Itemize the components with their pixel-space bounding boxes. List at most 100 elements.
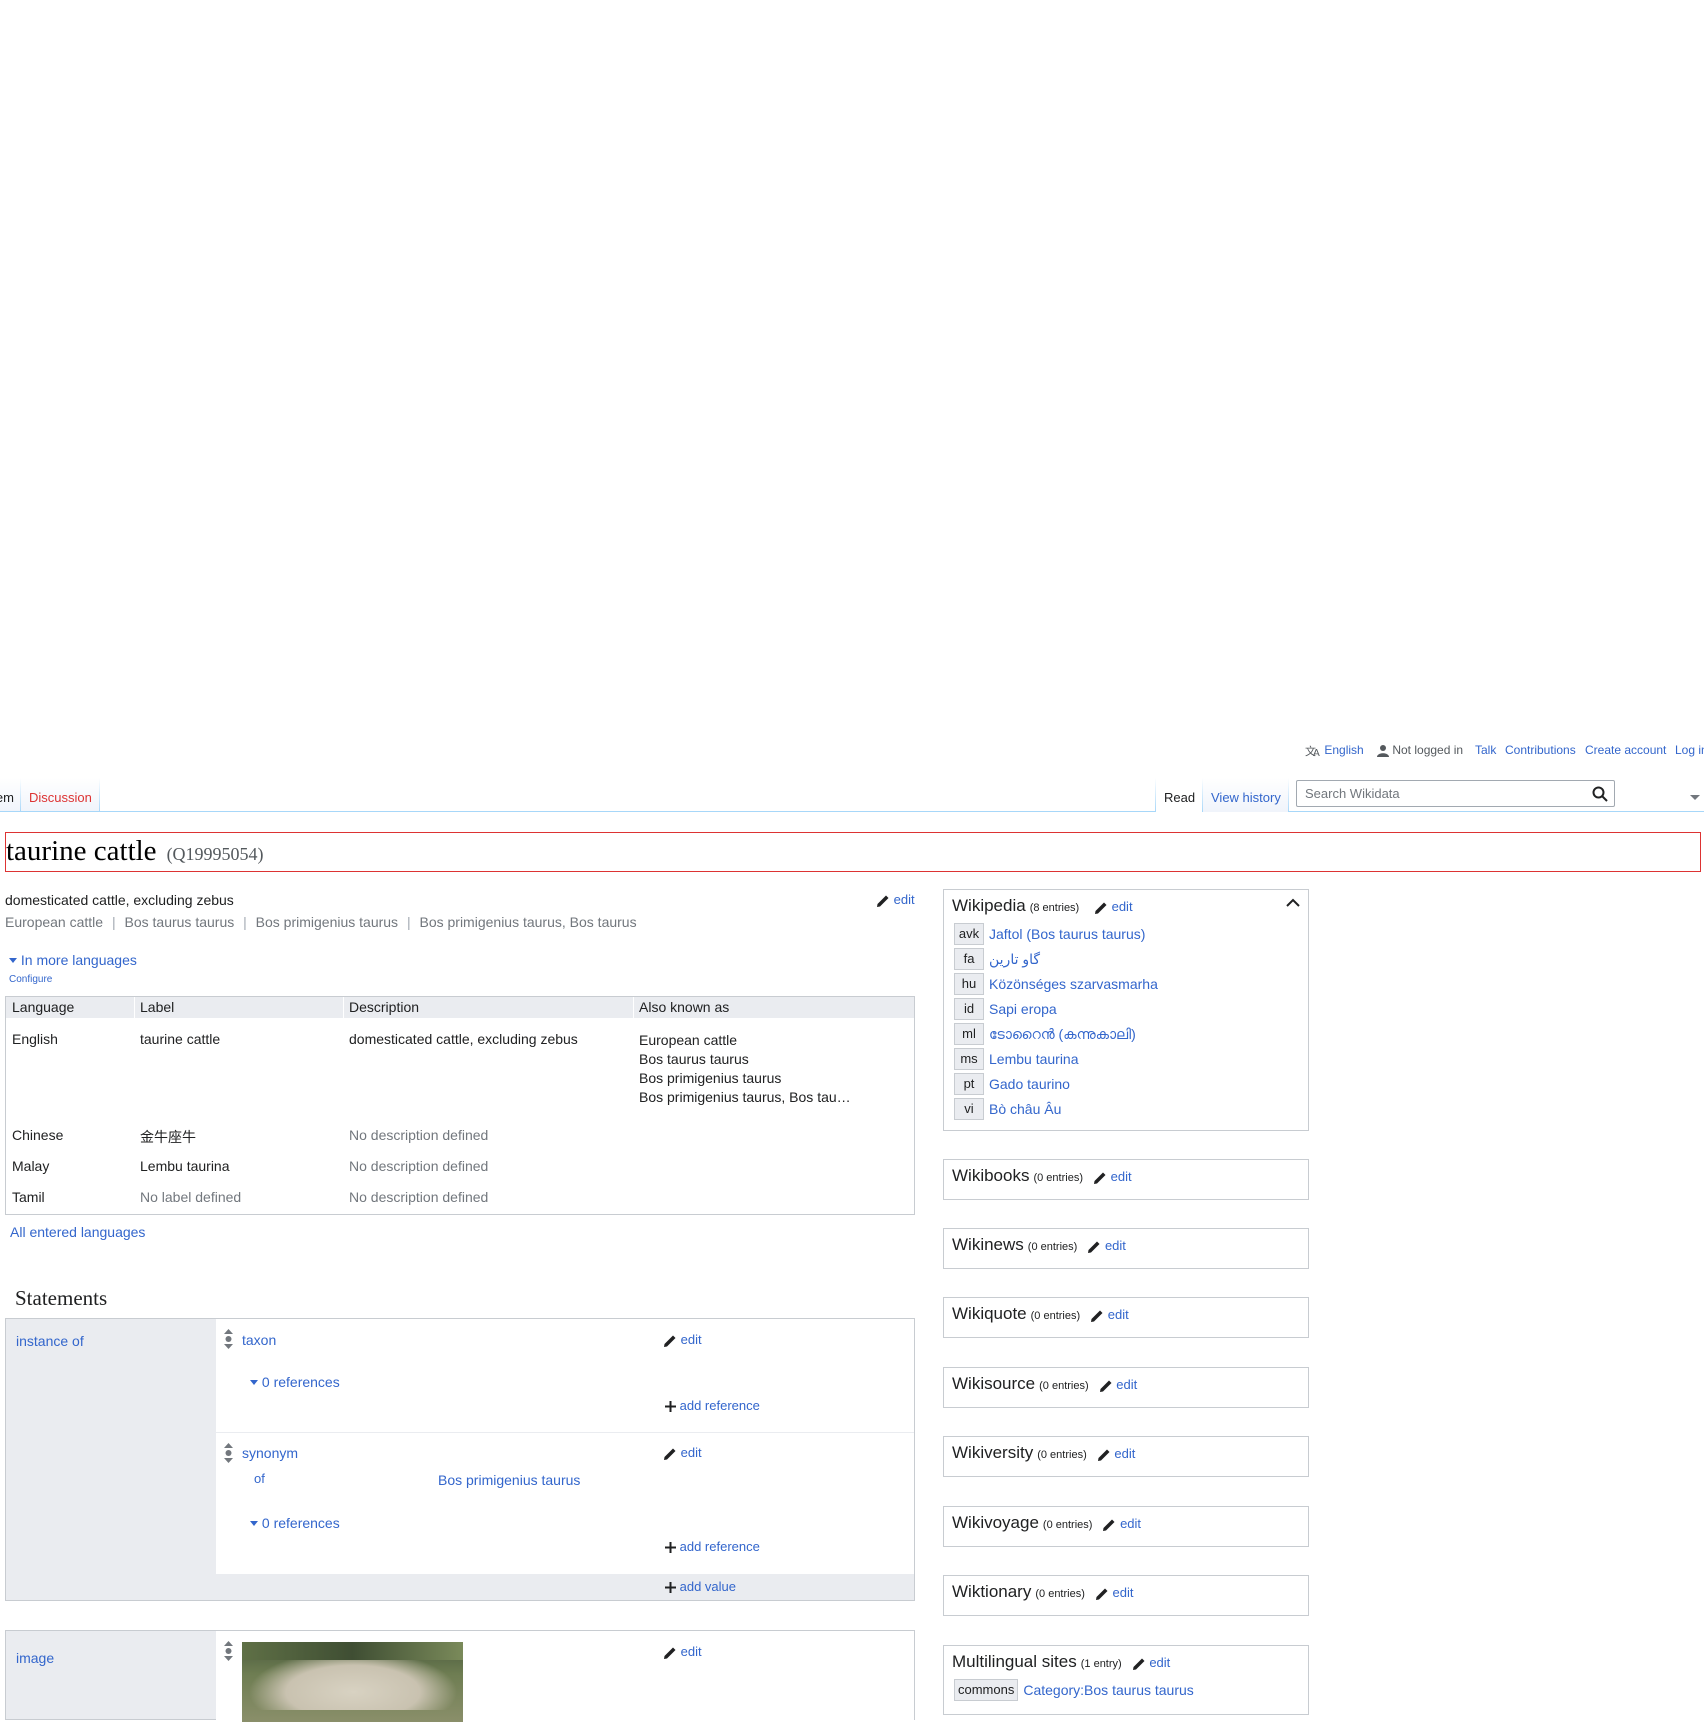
row-label: Lembu taurina: [140, 1158, 230, 1174]
rank-selector-icon[interactable]: [224, 1443, 233, 1463]
image-thumbnail[interactable]: [242, 1642, 463, 1722]
title-box: taurine cattle (Q19995054): [5, 832, 1701, 872]
add-reference-button[interactable]: add reference: [665, 1539, 760, 1554]
site-code: id: [954, 998, 984, 1020]
sitelink-row: avk Jaftol (Bos taurus taurus): [954, 923, 1145, 945]
site-code: vi: [954, 1098, 984, 1120]
sitelinks-edit-button[interactable]: edit: [1087, 1238, 1126, 1253]
all-entered-languages-link[interactable]: All entered languages: [10, 1224, 145, 1240]
language-link[interactable]: English: [1324, 743, 1363, 757]
site-code: commons: [954, 1679, 1019, 1701]
tab-read-label: Read: [1164, 790, 1196, 805]
sitelinks-edit-button[interactable]: edit: [1094, 899, 1133, 914]
sitelinks-edit-button[interactable]: edit: [1099, 1377, 1137, 1392]
references-toggle[interactable]: 0 references: [250, 1515, 340, 1531]
qualifier-property[interactable]: of: [254, 1471, 265, 1486]
create-account-link[interactable]: Create account: [1585, 743, 1666, 757]
references-toggle[interactable]: 0 references: [250, 1374, 340, 1390]
sitelinks-header: Wiktionary (0 entries) edit: [952, 1582, 1133, 1602]
tab-item[interactable]: Item: [0, 778, 20, 812]
add-reference-label: add reference: [679, 1398, 760, 1413]
sitelinks-wikibooks: Wikibooks (0 entries) edit: [943, 1159, 1309, 1200]
sitelinks-title: Wikibooks: [952, 1166, 1030, 1185]
sitelink-title[interactable]: Jaftol (Bos taurus taurus): [989, 926, 1145, 942]
sitelink-title[interactable]: Bò châu Âu: [989, 1101, 1061, 1117]
add-reference-button[interactable]: add reference: [665, 1398, 760, 1413]
column-header: Label: [140, 999, 175, 1015]
sitelinks-wikisource: Wikisource (0 entries) edit: [943, 1367, 1309, 1408]
talk-link[interactable]: Talk: [1475, 743, 1496, 757]
sitelink-title[interactable]: Közönséges szarvasmarha: [989, 976, 1158, 992]
sitelinks-title: Multilingual sites: [952, 1652, 1077, 1671]
statement-value[interactable]: taxon: [242, 1332, 276, 1348]
edit-label: edit: [1107, 1307, 1129, 1322]
tab-baseline: [0, 811, 1155, 812]
site-code: fa: [954, 948, 984, 970]
sitelinks-edit-button[interactable]: edit: [1090, 1307, 1129, 1322]
rank-selector-icon[interactable]: [224, 1641, 233, 1661]
sitelinks-edit-button[interactable]: edit: [1097, 1446, 1135, 1461]
site-code: hu: [954, 973, 984, 995]
configure-link[interactable]: Configure: [9, 974, 52, 985]
sitelink-title[interactable]: Category:Bos taurus taurus: [1023, 1682, 1193, 1698]
pencil-icon: [877, 895, 889, 907]
column-header: Also known as: [639, 999, 730, 1015]
alias: Bos primigenius taurus: [255, 914, 399, 930]
sitelink-title[interactable]: Gado taurino: [989, 1076, 1070, 1092]
tab-view-history[interactable]: View history: [1203, 778, 1288, 812]
column-divider: [134, 997, 135, 1018]
collapse-icon[interactable]: [1286, 898, 1300, 908]
rank-selector-icon[interactable]: [224, 1329, 233, 1349]
search-box[interactable]: [1296, 780, 1615, 807]
terms-edit-button[interactable]: edit: [876, 892, 915, 908]
property-link[interactable]: instance of: [16, 1333, 84, 1349]
sitelinks-count: (0 entries): [1042, 1519, 1093, 1531]
sitelinks-count: (0 entries): [1027, 1241, 1078, 1253]
edit-label: edit: [1110, 1169, 1132, 1184]
search-input[interactable]: [1303, 785, 1577, 802]
tab-discussion[interactable]: Discussion: [21, 778, 99, 812]
sitelinks-edit-button[interactable]: edit: [1093, 1169, 1132, 1184]
statement-edit-button[interactable]: edit: [663, 1332, 702, 1348]
pencil-icon: [664, 1647, 676, 1659]
sitelinks-header: Wikivoyage (0 entries) edit: [952, 1513, 1141, 1533]
statement-edit-button[interactable]: edit: [663, 1644, 702, 1660]
sitelinks-title: Wikivoyage: [952, 1513, 1039, 1532]
terms-edit-label: edit: [893, 892, 915, 907]
contributions-link[interactable]: Contributions: [1505, 743, 1576, 757]
tab-read[interactable]: Read: [1156, 778, 1202, 812]
sitelink-title[interactable]: گاو تارین: [989, 951, 1040, 967]
pencil-icon: [664, 1448, 676, 1460]
log-in-link[interactable]: Log in: [1675, 743, 1704, 757]
chevron-down-icon[interactable]: [1689, 793, 1701, 801]
sitelink-row: ml ടോറൈൻ (കന്നുകാലി): [954, 1023, 1136, 1045]
sitelink-title[interactable]: ടോറൈൻ (കന്നുകാലി): [989, 1026, 1136, 1042]
search-icon[interactable]: [1592, 786, 1608, 802]
sitelinks-header: Wikinews (0 entries) edit: [952, 1235, 1126, 1255]
sitelinks-edit-button[interactable]: edit: [1132, 1655, 1170, 1670]
sitelink-row: fa گاو تارین: [954, 948, 1040, 970]
qualifier-value[interactable]: Bos primigenius taurus: [438, 1472, 580, 1488]
pencil-icon: [1097, 1449, 1110, 1461]
in-more-languages-toggle[interactable]: In more languages: [9, 952, 137, 968]
sitelinks-title: Wikisource: [952, 1374, 1036, 1393]
property-link[interactable]: image: [16, 1650, 54, 1666]
sitelinks-edit-button[interactable]: edit: [1095, 1585, 1133, 1600]
sitelinks-wikiquote: Wikiquote (0 entries) edit: [943, 1297, 1309, 1338]
language-selector[interactable]: 文A English: [1305, 743, 1364, 758]
sitelinks-count: (0 entries): [1033, 1172, 1083, 1184]
statement-value[interactable]: synonym: [242, 1445, 298, 1461]
plus-icon: [665, 1542, 676, 1554]
languages-table: Language Label Description Also known as…: [5, 996, 915, 1215]
column-header: Description: [349, 999, 420, 1015]
sitelink-title[interactable]: Sapi eropa: [989, 1001, 1057, 1017]
sitelinks-header: Wikipedia (8 entries) edit: [952, 896, 1133, 916]
item-label: taurine cattle: [6, 835, 157, 867]
add-value-button[interactable]: add value: [665, 1579, 736, 1594]
alias: Bos taurus taurus: [639, 1051, 749, 1067]
statement-edit-button[interactable]: edit: [663, 1445, 702, 1461]
sitelinks-edit-button[interactable]: edit: [1102, 1516, 1141, 1531]
sitelinks-multilingual: Multilingual sites (1 entry) edit commons…: [943, 1645, 1309, 1715]
sitelink-title[interactable]: Lembu taurina: [989, 1051, 1079, 1067]
tab-item-label: Item: [0, 790, 14, 805]
